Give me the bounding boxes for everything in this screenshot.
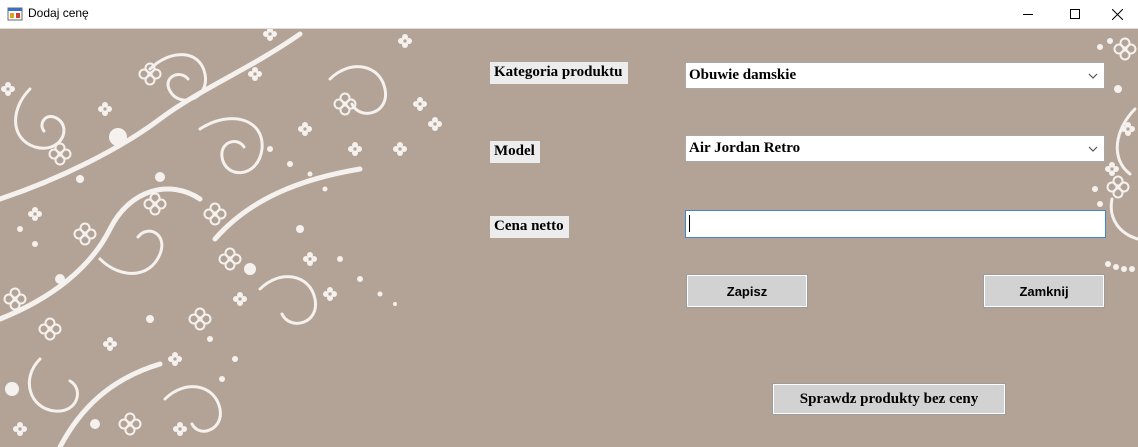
title-bar: Dodaj cenę (0, 0, 1138, 29)
save-button[interactable]: Zapisz (687, 275, 807, 307)
price-label: Cena netto (490, 216, 569, 238)
form-client-area: Kategoria produktu Obuwie damskie Model … (0, 29, 1138, 447)
maximize-icon (1070, 9, 1080, 19)
close-button[interactable]: Zamknij (984, 275, 1104, 307)
model-label: Model (490, 141, 540, 163)
check-products-without-price-button[interactable]: Sprawdz produkty bez ceny (773, 384, 1005, 414)
text-caret (689, 215, 690, 232)
price-input[interactable] (685, 210, 1106, 238)
model-selected-value: Air Jordan Retro (689, 140, 801, 156)
close-window-button[interactable] (1094, 0, 1138, 28)
chevron-down-icon (1088, 146, 1098, 152)
minimize-button[interactable] (1005, 0, 1051, 28)
category-dropdown[interactable]: Obuwie damskie (685, 62, 1105, 89)
model-dropdown[interactable]: Air Jordan Retro (685, 135, 1105, 162)
maximize-button[interactable] (1052, 0, 1098, 28)
minimize-icon (1023, 14, 1033, 15)
app-icon (7, 7, 23, 21)
category-label: Kategoria produktu (490, 62, 628, 84)
category-selected-value: Obuwie damskie (689, 67, 797, 83)
chevron-down-icon (1088, 73, 1098, 79)
close-icon (1111, 8, 1123, 20)
window-title: Dodaj cenę (28, 6, 89, 20)
